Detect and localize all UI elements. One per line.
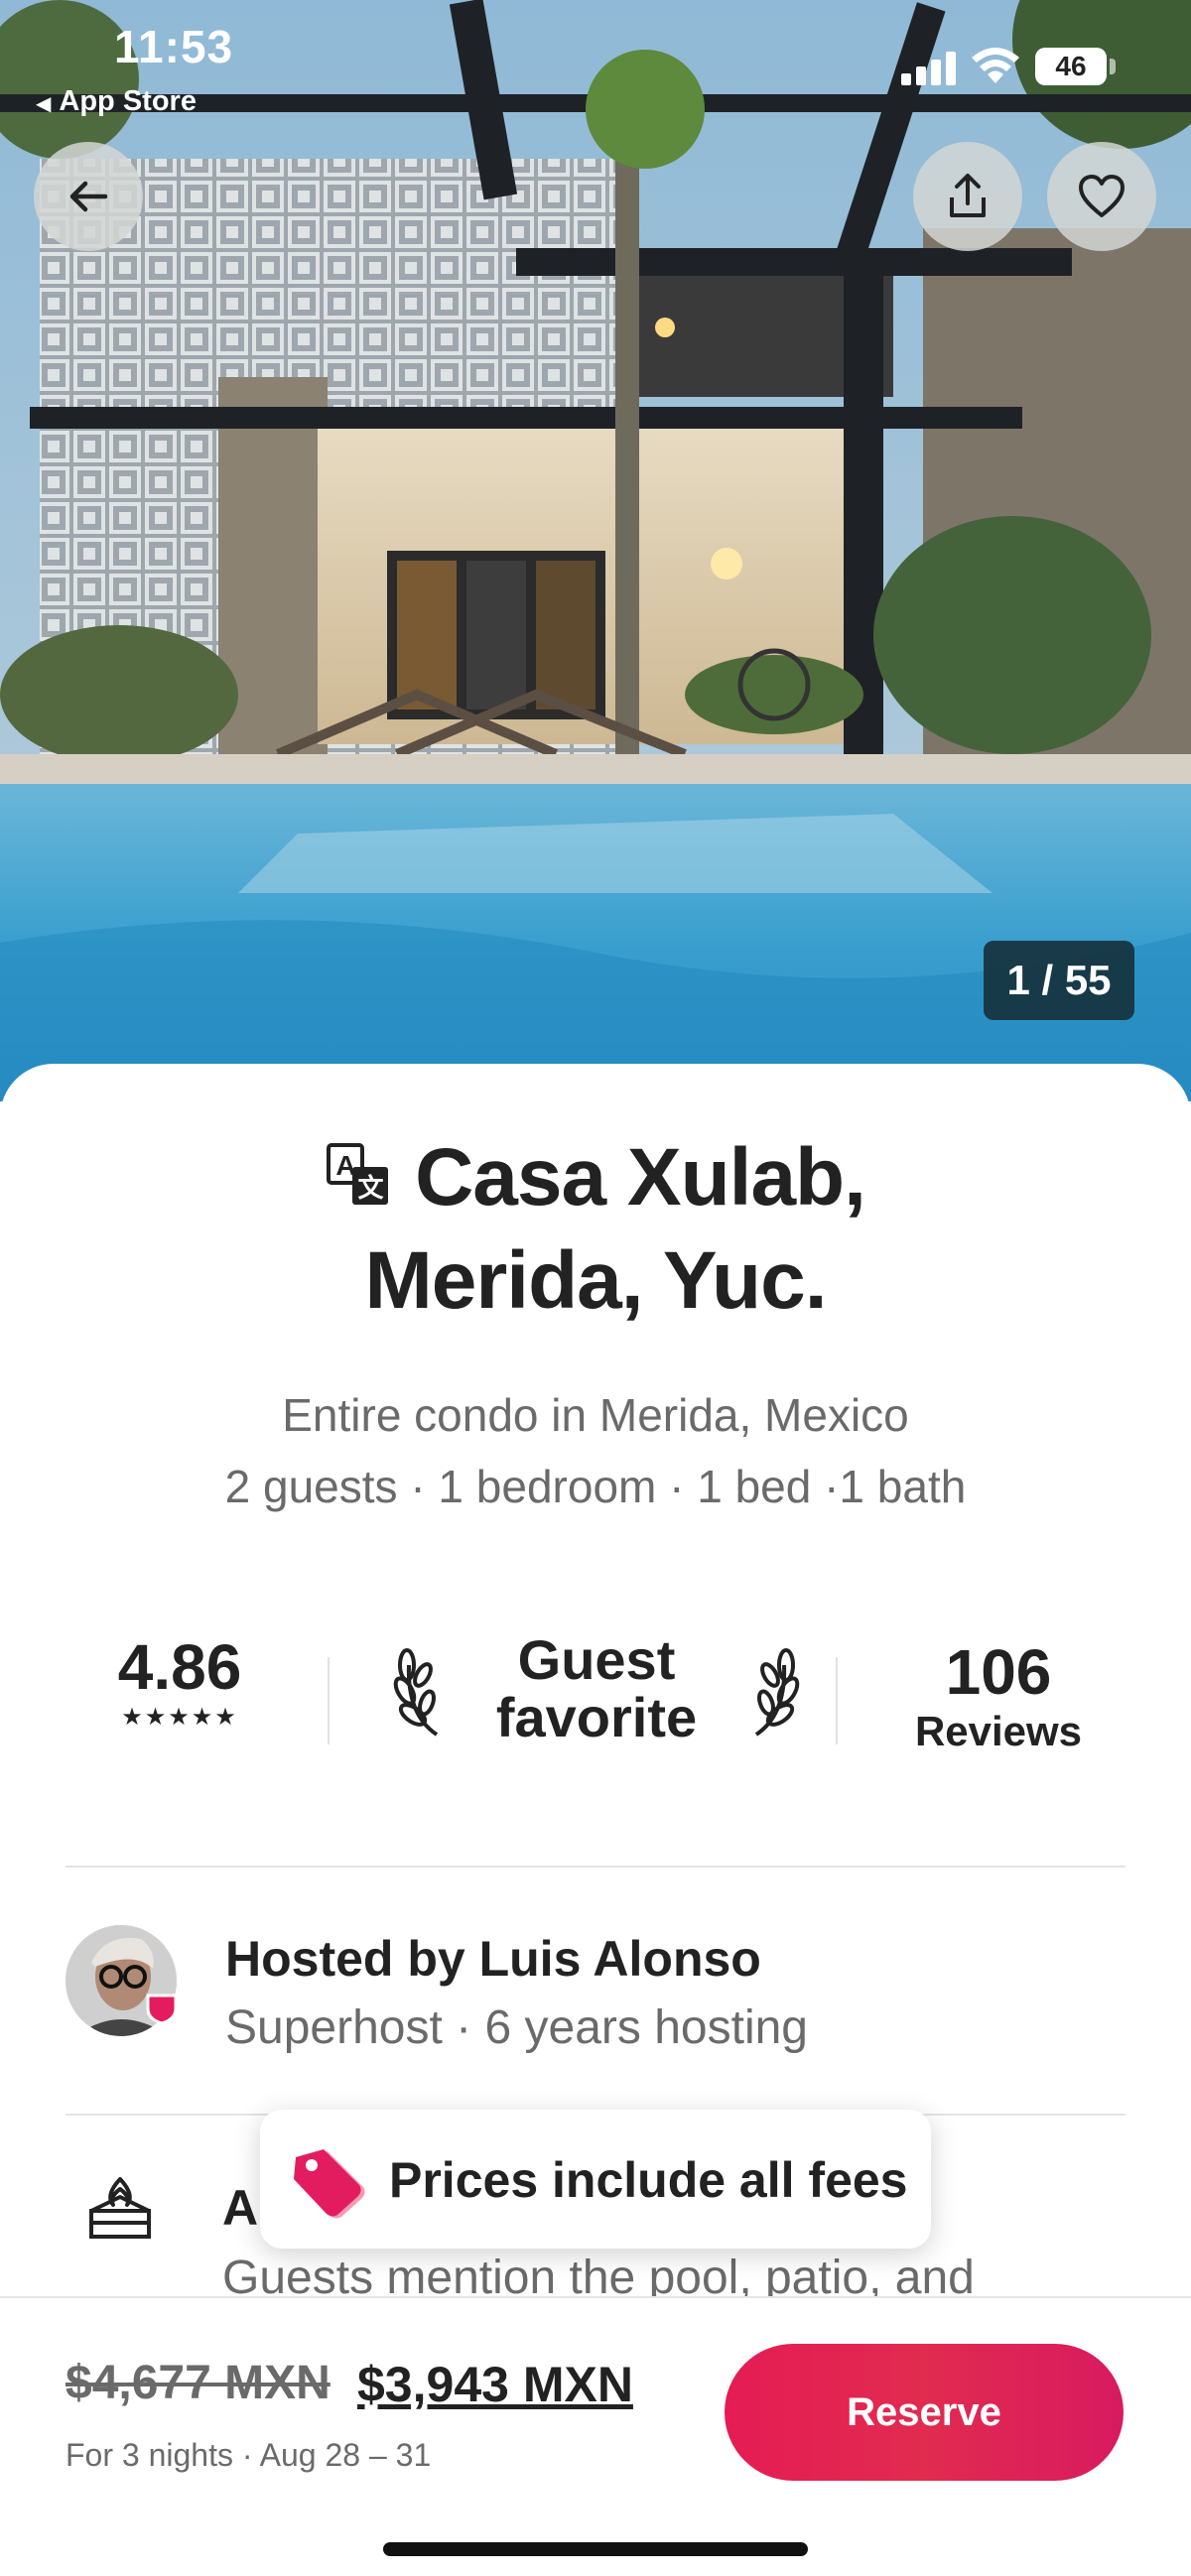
prices-include-fees-toast: Prices include all fees bbox=[260, 2110, 931, 2249]
listing-summary: Entire condo in Merida, Mexico 2 guests … bbox=[0, 1379, 1191, 1522]
host-subtitle: Superhost · 6 years hosting bbox=[225, 2001, 808, 2054]
back-button[interactable] bbox=[34, 142, 143, 251]
guest-favorite-badge: Guest favorite bbox=[393, 1631, 800, 1746]
rating-stars: ★★★★★ bbox=[121, 1704, 238, 1731]
battery-cap bbox=[1110, 59, 1116, 74]
reviews-link[interactable]: 106 Reviews bbox=[879, 1637, 1118, 1756]
status-bar: 11:53 ◀ App Store 46 bbox=[0, 0, 1191, 129]
translate-icon: A 文 bbox=[327, 1143, 389, 1206]
highlight-title: A bbox=[222, 2180, 259, 2236]
superhost-badge-icon bbox=[146, 1994, 178, 2025]
laurel-right-icon bbox=[754, 1648, 800, 1737]
listing-title: A 文 Casa Xulab, Merida, Yuc. bbox=[0, 1126, 1191, 1333]
price-tag-icon bbox=[294, 2149, 365, 2219]
original-price: $4,677 MXN bbox=[66, 2357, 331, 2409]
pool-icon bbox=[89, 2177, 151, 2239]
back-to-app-link[interactable]: ◀ App Store bbox=[36, 85, 197, 118]
share-icon bbox=[950, 174, 986, 217]
share-button[interactable] bbox=[913, 142, 1022, 251]
host-name[interactable]: Hosted by Luis Alonso bbox=[225, 1930, 761, 1988]
rating-block: 4.86 ★★★★★ bbox=[66, 1627, 294, 1732]
listing-type: Entire condo in Merida, Mexico bbox=[282, 1389, 909, 1441]
listing-capacity: 2 guests · 1 bedroom · 1 bed ·1 bath bbox=[224, 1461, 967, 1512]
guest-favorite-line1: Guest bbox=[517, 1628, 676, 1691]
home-indicator[interactable] bbox=[383, 2542, 808, 2556]
booking-bar: $4,677 MXN $3,943 MXN For 3 nights · Aug… bbox=[0, 2296, 1191, 2576]
heart-icon bbox=[1079, 175, 1125, 217]
guest-favorite-line2: favorite bbox=[495, 1686, 698, 1748]
reserve-button[interactable]: Reserve bbox=[725, 2344, 1124, 2481]
listing-title-line2: Merida, Yuc. bbox=[364, 1235, 827, 1326]
laurel-left-icon bbox=[393, 1648, 439, 1737]
stay-dates[interactable]: For 3 nights · Aug 28 – 31 bbox=[66, 2437, 431, 2474]
listing-title-block: A 文 Casa Xulab, Merida, Yuc. bbox=[0, 1126, 1191, 1333]
photo-counter: 1 / 55 bbox=[984, 941, 1134, 1020]
favorite-button[interactable] bbox=[1047, 142, 1156, 251]
stats-divider bbox=[328, 1657, 330, 1744]
stats-divider bbox=[836, 1657, 838, 1744]
reviews-count: 106 bbox=[945, 1636, 1052, 1708]
back-app-label: App Store bbox=[59, 85, 197, 117]
discounted-price[interactable]: $3,943 MXN bbox=[357, 2356, 633, 2413]
arrow-left-icon bbox=[69, 181, 108, 212]
toast-message: Prices include all fees bbox=[389, 2152, 908, 2208]
svg-text:文: 文 bbox=[358, 1173, 385, 1204]
wifi-icon bbox=[972, 48, 1019, 83]
reviews-label: Reviews bbox=[914, 1708, 1083, 1754]
rating-value: 4.86 bbox=[117, 1631, 242, 1703]
rating-stats-row[interactable]: 4.86 ★★★★★ Guest favorite 106 Reviews bbox=[66, 1627, 1125, 1776]
section-divider bbox=[66, 1866, 1125, 1868]
back-triangle-icon: ◀ bbox=[36, 93, 52, 115]
listing-title-line1: Casa Xulab, bbox=[415, 1132, 866, 1223]
status-time: 11:53 bbox=[114, 21, 234, 72]
battery-indicator: 46 bbox=[1035, 48, 1107, 85]
cellular-signal-icon bbox=[901, 52, 956, 85]
